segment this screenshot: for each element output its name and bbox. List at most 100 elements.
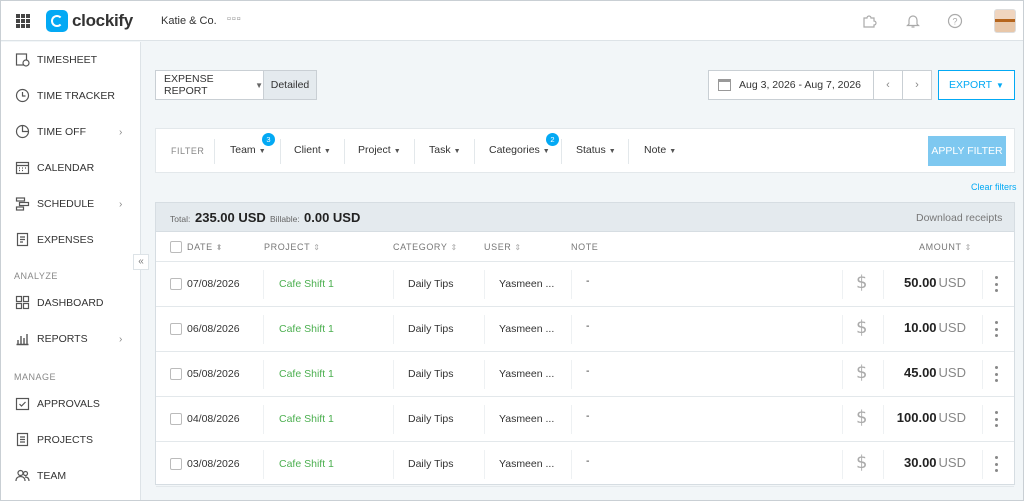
select-all-checkbox[interactable] [170, 241, 182, 253]
puzzle-icon[interactable] [861, 13, 877, 29]
user-avatar[interactable] [994, 9, 1016, 33]
category-cell[interactable]: Daily Tips [408, 368, 454, 380]
caret-down-icon: ▼ [258, 148, 266, 155]
download-receipts-link[interactable]: Download receipts [916, 212, 1002, 224]
main-content: EXPENSE REPORT ▼ Detailed Aug 3, 2026 - … [142, 42, 1023, 500]
amount-cell[interactable]: 100.00 USD [826, 410, 966, 425]
sidebar-item-schedule[interactable]: SCHEDULE › [1, 186, 140, 222]
user-cell[interactable]: Yasmeen ... [499, 323, 554, 335]
user-cell[interactable]: Yasmeen ... [499, 413, 554, 425]
apply-filter-button[interactable]: APPLY FILTER [928, 136, 1006, 166]
filter-label: Team [230, 144, 256, 156]
next-period-button[interactable]: › [902, 71, 931, 99]
expenses-table: DATE ⬍ PROJECT ⇕ CATEGORY ⇕ USER ⇕ NOTE AMOU… [155, 231, 1015, 487]
date-range-picker[interactable]: Aug 3, 2026 - Aug 7, 2026 ‹ › [708, 70, 932, 100]
chevron-right-icon: › [119, 333, 123, 345]
sidebar-item-calendar[interactable]: CALENDAR [1, 150, 140, 186]
amount-cell[interactable]: 45.00 USD [826, 365, 966, 380]
clear-filters-link[interactable]: Clear filters [971, 182, 1017, 192]
note-cell[interactable]: - [586, 365, 590, 377]
amount-cell[interactable]: 30.00 USD [826, 455, 966, 470]
filter-categories[interactable]: 2 Categories ▼ [489, 133, 559, 156]
sidebar-item-dashboard[interactable]: DASHBOARD [1, 285, 140, 321]
timesheet-icon [14, 52, 30, 68]
filter-task[interactable]: Task ▼ [429, 144, 461, 156]
divider [571, 315, 572, 344]
column-header-date[interactable]: DATE ⬍ [187, 242, 223, 252]
sidebar-item-label: TIMESHEET [37, 54, 98, 66]
column-header-amount[interactable]: AMOUNT ⇕ [919, 242, 972, 252]
help-icon[interactable]: ? [947, 13, 963, 29]
sidebar-item-team[interactable]: TEAM [1, 458, 140, 494]
filter-note[interactable]: Note ▼ [644, 144, 676, 156]
filter-team[interactable]: 3 Team ▼ [230, 133, 275, 156]
more-options-icon[interactable] [995, 411, 999, 427]
project-cell[interactable]: Cafe Shift 1 [279, 413, 334, 425]
category-cell[interactable]: Daily Tips [408, 413, 454, 425]
caret-down-icon: ▼ [393, 148, 401, 155]
clockify-logo-icon [46, 10, 68, 32]
more-options-icon[interactable] [995, 456, 999, 472]
table-row[interactable]: 04/08/2026 Cafe Shift 1 Daily Tips Yasme… [156, 397, 1014, 442]
sidebar-item-projects[interactable]: PROJECTS [1, 422, 140, 458]
table-row[interactable]: 05/08/2026 Cafe Shift 1 Daily Tips Yasme… [156, 352, 1014, 397]
amount-cell[interactable]: 50.00 USD [826, 275, 966, 290]
project-cell[interactable]: Cafe Shift 1 [279, 278, 334, 290]
sidebar-item-expenses[interactable]: EXPENSES [1, 222, 140, 258]
divider [393, 450, 394, 479]
apps-grid-icon[interactable] [16, 14, 30, 28]
note-cell[interactable]: - [586, 410, 590, 422]
sidebar-item-reports[interactable]: REPORTS › [1, 321, 140, 357]
more-options-icon[interactable] [995, 321, 999, 337]
filter-client[interactable]: Client ▼ [294, 144, 331, 156]
filter-project[interactable]: Project ▼ [358, 144, 401, 156]
column-header-category[interactable]: CATEGORY ⇕ [393, 242, 458, 252]
export-button[interactable]: EXPORT ▼ [938, 70, 1015, 100]
more-options-icon[interactable] [995, 276, 999, 292]
user-cell[interactable]: Yasmeen ... [499, 458, 554, 470]
chevron-right-icon: › [119, 198, 123, 210]
filter-count-badge: 2 [546, 133, 559, 146]
table-row[interactable]: 07/08/2026 Cafe Shift 1 Daily Tips Yasme… [156, 262, 1014, 307]
user-cell[interactable]: Yasmeen ... [499, 368, 554, 380]
sidebar-item-approvals[interactable]: APPROVALS [1, 386, 140, 422]
report-type-label: EXPENSE REPORT [164, 73, 214, 97]
row-checkbox[interactable] [170, 278, 182, 290]
filter-status[interactable]: Status ▼ [576, 144, 616, 156]
sidebar-item-timesheet[interactable]: TIMESHEET [1, 42, 140, 78]
category-cell[interactable]: Daily Tips [408, 323, 454, 335]
note-cell[interactable]: - [586, 320, 590, 332]
report-type-select[interactable]: EXPENSE REPORT ▼ [155, 70, 264, 100]
user-cell[interactable]: Yasmeen ... [499, 278, 554, 290]
bell-icon[interactable] [905, 13, 921, 29]
previous-period-button[interactable]: ‹ [873, 71, 902, 99]
workspace-menu-icon[interactable]: ▫▫▫ [227, 13, 242, 25]
table-row[interactable]: 06/08/2026 Cafe Shift 1 Daily Tips Yasme… [156, 307, 1014, 352]
note-cell[interactable]: - [586, 455, 590, 467]
column-header-user[interactable]: USER ⇕ [484, 242, 522, 252]
workspace-name[interactable]: Katie & Co. [161, 15, 217, 27]
billable-value: 0.00 USD [304, 210, 361, 225]
divider [561, 139, 562, 164]
note-cell[interactable]: - [586, 275, 590, 287]
row-checkbox[interactable] [170, 368, 182, 380]
project-cell[interactable]: Cafe Shift 1 [279, 368, 334, 380]
amount-cell[interactable]: 10.00 USD [826, 320, 966, 335]
row-checkbox[interactable] [170, 458, 182, 470]
project-cell[interactable]: Cafe Shift 1 [279, 323, 334, 335]
more-options-icon[interactable] [995, 366, 999, 382]
project-cell[interactable]: Cafe Shift 1 [279, 458, 334, 470]
detailed-view-button[interactable]: Detailed [264, 70, 317, 100]
top-bar: clockify Katie & Co. ▫▫▫ ? [1, 1, 1023, 41]
sidebar-item-time-off[interactable]: TIME OFF › [1, 114, 140, 150]
divider [263, 315, 264, 344]
category-cell[interactable]: Daily Tips [408, 278, 454, 290]
column-header-project[interactable]: PROJECT ⇕ [264, 242, 321, 252]
category-cell[interactable]: Daily Tips [408, 458, 454, 470]
row-checkbox[interactable] [170, 413, 182, 425]
logo[interactable]: clockify [46, 10, 133, 32]
row-checkbox[interactable] [170, 323, 182, 335]
reports-icon [14, 331, 30, 347]
sidebar-item-time-tracker[interactable]: TIME TRACKER [1, 78, 140, 114]
table-row[interactable]: 03/08/2026 Cafe Shift 1 Daily Tips Yasme… [156, 442, 1014, 487]
